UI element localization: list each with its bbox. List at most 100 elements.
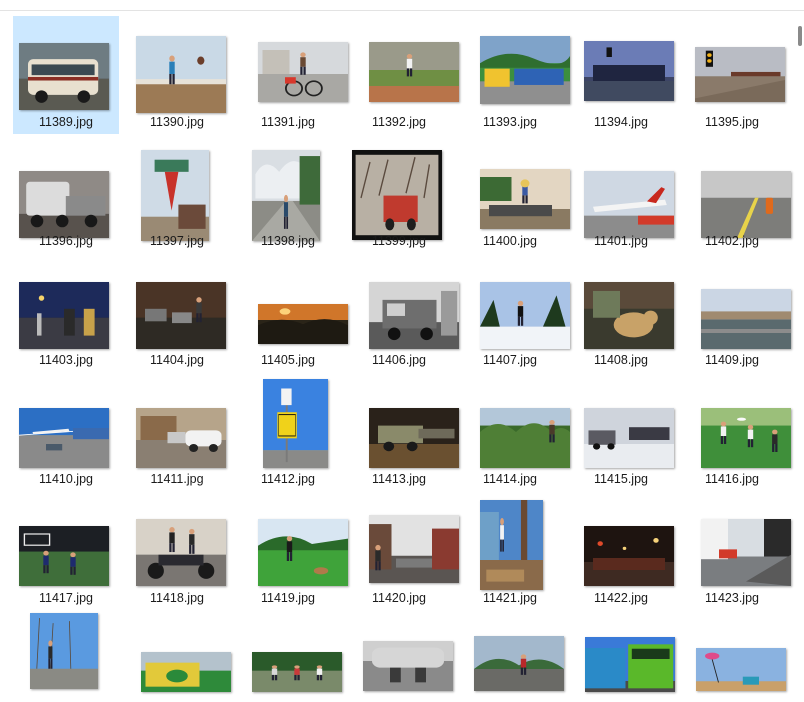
file-item[interactable]: 11420.jpg (346, 492, 459, 610)
person-eating-photo (136, 36, 226, 113)
file-item[interactable]: 11419.jpg (235, 492, 348, 610)
river-city-photo (701, 289, 791, 349)
airport-tarmac-photo (19, 408, 109, 468)
file-item[interactable]: 11426.jpg (235, 611, 342, 702)
file-item[interactable]: 11418.jpg (124, 492, 230, 610)
sunset-street-photo (258, 304, 348, 344)
thumbnail-area (568, 373, 674, 471)
plaza-people-photo (474, 636, 564, 691)
thumbnail-area (13, 492, 119, 590)
thumbnail-area (124, 135, 230, 241)
file-item[interactable]: 11405.jpg (235, 254, 348, 372)
file-item[interactable]: 11409.jpg (679, 254, 791, 372)
thumbnail-area (13, 135, 119, 238)
file-item[interactable]: 11412.jpg (235, 373, 341, 491)
file-item[interactable]: 11391.jpg (235, 16, 348, 134)
file-name-label: 11412.jpg (261, 472, 315, 486)
file-item[interactable]: 11407.jpg (457, 254, 570, 372)
file-item[interactable]: 11423.jpg (679, 492, 791, 610)
file-item[interactable]: 11392.jpg (346, 16, 459, 134)
file-item[interactable]: 11424.jpg (13, 611, 119, 702)
red-fire-truck-photo (352, 150, 442, 240)
file-name-label: 11420.jpg (372, 591, 426, 605)
thumbnail-area (568, 492, 674, 590)
file-item[interactable]: 11389.jpg (13, 16, 119, 134)
thumbnail-area (568, 611, 675, 702)
thumbnail-area (679, 254, 791, 352)
frisbee-players-photo (701, 408, 791, 468)
file-name-label: 11404.jpg (150, 353, 204, 367)
scrollbar-thumb[interactable] (798, 26, 802, 46)
file-name-label: 11423.jpg (705, 591, 759, 605)
thumbnail-area (457, 373, 570, 471)
file-item[interactable]: 11427.jpg (346, 611, 453, 702)
thumbnail-area (13, 254, 119, 352)
file-item[interactable]: 11422.jpg (568, 492, 674, 610)
file-name-label: 11408.jpg (594, 353, 648, 367)
thumbnail-area (457, 492, 563, 590)
file-item[interactable]: 11404.jpg (124, 254, 230, 372)
truck-photo (19, 171, 109, 238)
file-name-label: 11392.jpg (372, 115, 426, 129)
file-item[interactable]: 11413.jpg (346, 373, 459, 491)
file-item[interactable]: 11421.jpg (457, 492, 563, 610)
file-name-label: 11390.jpg (150, 115, 204, 129)
thumbnail-area (346, 254, 459, 352)
file-item[interactable]: 11408.jpg (568, 254, 674, 372)
file-item[interactable]: 11425.jpg (124, 611, 231, 702)
thumbnail-area (679, 492, 791, 590)
night-street-photo (584, 526, 674, 586)
street-corner-photo (701, 519, 791, 586)
file-item[interactable]: 11417.jpg (13, 492, 119, 610)
file-item[interactable]: 11402.jpg (679, 135, 791, 253)
file-item[interactable]: 11406.jpg (346, 254, 459, 372)
file-name-label: 11400.jpg (483, 234, 537, 248)
file-name-label: 11422.jpg (594, 591, 648, 605)
vertical-scrollbar[interactable] (796, 12, 804, 702)
file-item[interactable]: 11400.jpg (457, 135, 570, 253)
file-name-label: 11398.jpg (261, 234, 315, 248)
file-item[interactable]: 11390.jpg (124, 16, 230, 134)
file-name-label: 11418.jpg (150, 591, 204, 605)
thumbnail-area (568, 254, 674, 352)
thumbnail-area (124, 611, 231, 702)
motorcycles-photo (136, 519, 226, 586)
file-item[interactable]: 11416.jpg (679, 373, 791, 491)
file-item[interactable]: 11414.jpg (457, 373, 570, 491)
thumbnail-area (124, 16, 230, 114)
teddy-bear-photo (584, 282, 674, 349)
file-item[interactable]: 11430.jpg (679, 611, 786, 702)
thumbnail-area (235, 373, 341, 471)
parking-meter-night-photo (19, 282, 109, 349)
file-name-label: 11389.jpg (39, 115, 93, 129)
window-top-edge (0, 0, 804, 11)
file-item[interactable]: 11399.jpg (346, 135, 452, 253)
airplane-photo (584, 171, 674, 238)
file-name-label: 11402.jpg (705, 234, 759, 248)
file-item[interactable]: 11394.jpg (568, 16, 674, 134)
thumbnail-area (235, 135, 341, 241)
file-item[interactable]: 11429.jpg (568, 611, 675, 702)
file-item[interactable]: 11410.jpg (13, 373, 119, 491)
file-item[interactable]: 11398.jpg (235, 135, 341, 253)
file-item[interactable]: 11397.jpg (124, 135, 230, 253)
people-laptops-photo (136, 282, 226, 349)
file-name-label: 11393.jpg (483, 115, 537, 129)
thumbnail-area (235, 611, 342, 702)
railway-signal-photo (695, 47, 785, 102)
cyclist-photo (258, 42, 348, 102)
city-buses-photo (480, 36, 570, 104)
file-name-label: 11414.jpg (483, 472, 537, 486)
thumbnail-area (679, 135, 791, 238)
file-item[interactable]: 11403.jpg (13, 254, 119, 372)
file-item[interactable]: 11396.jpg (13, 135, 119, 253)
file-item[interactable]: 11393.jpg (457, 16, 570, 134)
file-item[interactable]: 11395.jpg (679, 16, 785, 134)
file-item[interactable]: 11428.jpg (457, 611, 564, 702)
file-item[interactable]: 11411.jpg (124, 373, 230, 491)
file-item[interactable]: 11401.jpg (568, 135, 674, 253)
garden-people-photo (480, 408, 570, 468)
thumbnail-area (124, 373, 230, 471)
file-item[interactable]: 11415.jpg (568, 373, 674, 491)
thumbnail-area (457, 135, 570, 233)
